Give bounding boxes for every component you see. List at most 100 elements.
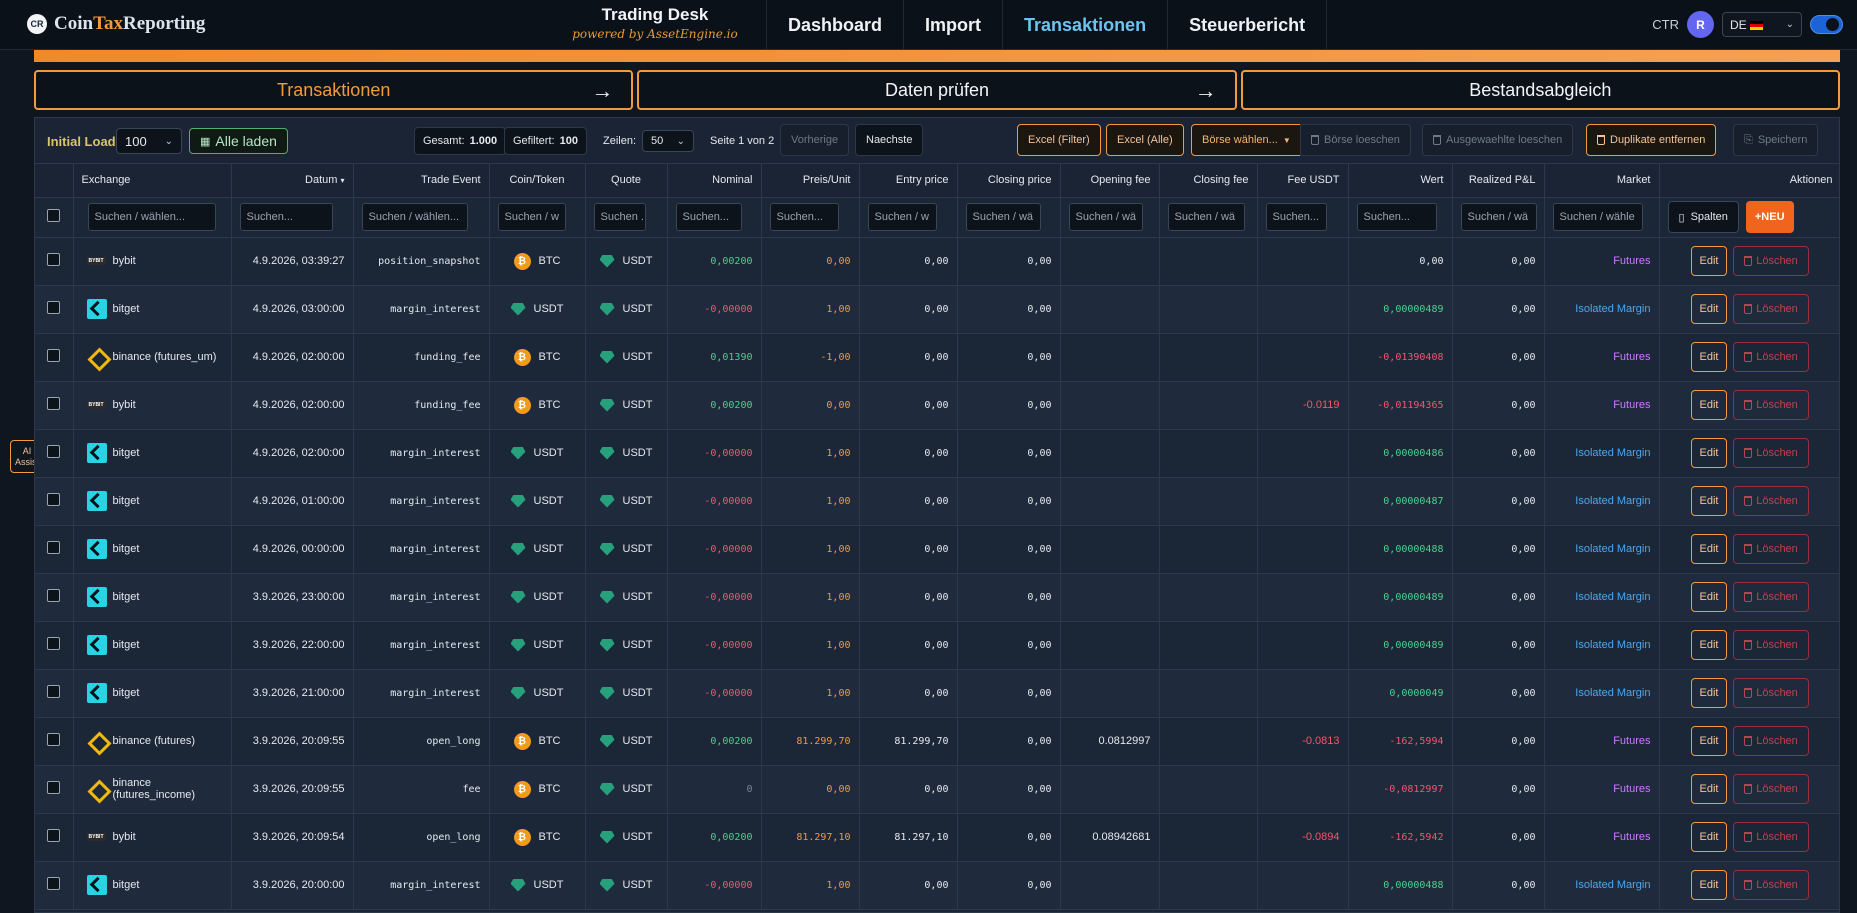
header-closing-price[interactable]: Closing price [957,164,1061,198]
row-checkbox[interactable] [47,493,61,506]
edit-button[interactable]: Edit [1691,342,1727,372]
ausgewaehlte-loeschen-button[interactable]: Ausgewaehlte loeschen [1422,124,1574,156]
table-row[interactable]: bitget 4.9.2026, 02:00:00 margin_interest U… [35,429,1839,478]
row-checkbox[interactable] [47,541,61,554]
naechste-button[interactable]: Naechste [855,124,924,156]
header-coin[interactable]: Coin/Token [489,164,586,198]
filter-coin-input[interactable]: Suchen / w [497,203,566,231]
header-entry-price[interactable]: Entry price [859,164,958,198]
boerse-waehlen-select[interactable]: Börse wählen... ▼ [1191,124,1302,156]
header-preis-unit[interactable]: Preis/Unit [761,164,860,198]
duplikate-entfernen-button[interactable]: Duplikate entfernen [1586,124,1717,156]
row-checkbox[interactable] [47,397,61,410]
vorherige-button[interactable]: Vorherige [780,124,850,156]
edit-button[interactable]: Edit [1691,534,1727,564]
header-opening-fee[interactable]: Opening fee [1060,164,1160,198]
edit-button[interactable]: Edit [1691,294,1727,324]
boerse-loeschen-button[interactable]: Börse loeschen [1300,124,1411,156]
spalten-button[interactable]: ▯ Spalten [1667,201,1739,233]
filter-quote-input[interactable]: Suchen . [593,203,646,231]
edit-button[interactable]: Edit [1691,726,1727,756]
filter-preis-input[interactable]: Suchen... [769,203,839,231]
table-row[interactable]: BYBIT bybit 4.9.2026, 03:39:27 position_sna… [35,237,1839,286]
row-checkbox[interactable] [47,685,61,698]
header-datum[interactable]: Datum ▾ [231,164,354,198]
row-checkbox[interactable] [47,301,61,314]
filter-opening-fee-input[interactable]: Suchen / wä [1068,203,1143,231]
new-transaction-button[interactable]: +NEU [1745,201,1794,233]
edit-button[interactable]: Edit [1691,438,1727,468]
delete-button[interactable]: Löschen [1733,438,1809,468]
filter-pnl-input[interactable]: Suchen / wä [1460,203,1537,231]
table-row[interactable]: binance (futures_um) 4.9.2026, 02:00:00 fu… [35,333,1839,382]
filter-market-input[interactable]: Suchen / wähle [1552,203,1643,231]
speichern-button[interactable]: ⎘ Speichern [1733,124,1819,156]
delete-button[interactable]: Löschen [1733,342,1809,372]
row-checkbox[interactable] [47,877,61,890]
delete-button[interactable]: Löschen [1733,246,1809,276]
step-transaktionen[interactable]: Transaktionen → [34,70,634,110]
delete-button[interactable]: Löschen [1733,534,1809,564]
excel-alle-button[interactable]: Excel (Alle) [1106,124,1184,156]
edit-button[interactable]: Edit [1691,774,1727,804]
header-market[interactable]: Market [1544,164,1660,198]
filter-datum-input[interactable]: Suchen... [239,203,333,231]
zeilen-select[interactable]: 50 ⌄ [642,130,694,152]
header-fee-usdt[interactable]: Fee USDT [1257,164,1349,198]
table-row[interactable]: bitget 3.9.2026, 22:00:00 margin_interest U… [35,621,1839,670]
filter-fee-usdt-input[interactable]: Suchen... [1265,203,1327,231]
row-checkbox[interactable] [47,733,61,746]
edit-button[interactable]: Edit [1691,870,1727,900]
header-wert[interactable]: Wert [1348,164,1453,198]
app-logo[interactable]: CR CoinTaxReporting [27,13,205,35]
row-checkbox[interactable] [47,445,61,458]
table-row[interactable]: BYBIT bybit 4.9.2026, 02:00:00 funding_fee ₿… [35,381,1839,430]
filter-exchange-input[interactable]: Suchen / wählen... [87,203,216,231]
row-checkbox[interactable] [47,589,61,602]
initial-load-select[interactable]: 100 ⌄ [116,128,182,154]
table-row[interactable]: BYBIT bybit 3.9.2026, 20:09:54 open_long ₿ BT… [35,813,1839,862]
edit-button[interactable]: Edit [1691,630,1727,660]
avatar[interactable]: R [1687,11,1714,38]
header-realized-pnl[interactable]: Realized P&L [1452,164,1545,198]
filter-entry-input[interactable]: Suchen / w [867,203,937,231]
table-row[interactable]: bitget 4.9.2026, 01:00:00 margin_interest U… [35,477,1839,526]
edit-button[interactable]: Edit [1691,246,1727,276]
delete-button[interactable]: Löschen [1733,870,1809,900]
header-trade-event[interactable]: Trade Event [353,164,490,198]
nav-steuerbericht[interactable]: Steuerbericht [1167,0,1328,50]
header-nominal[interactable]: Nominal [667,164,762,198]
table-row[interactable]: bitget 3.9.2026, 21:00:00 margin_interest U… [35,669,1839,718]
table-row[interactable]: bitget 3.9.2026, 23:00:00 margin_interest U… [35,573,1839,622]
delete-button[interactable]: Löschen [1733,630,1809,660]
header-exchange[interactable]: Exchange [73,164,232,198]
language-select[interactable]: DE ⌄ [1722,12,1802,37]
filter-closing-price-input[interactable]: Suchen / wä [965,203,1041,231]
edit-button[interactable]: Edit [1691,582,1727,612]
edit-button[interactable]: Edit [1691,822,1727,852]
row-checkbox[interactable] [47,781,61,794]
filter-nominal-input[interactable]: Suchen... [675,203,742,231]
header-quote[interactable]: Quote [585,164,668,198]
delete-button[interactable]: Löschen [1733,294,1809,324]
table-row[interactable]: binance (futures_income) 3.9.2026, 20:09:… [35,765,1839,814]
table-row[interactable]: bitget 4.9.2026, 00:00:00 margin_interest U… [35,525,1839,574]
row-checkbox[interactable] [47,349,61,362]
edit-button[interactable]: Edit [1691,678,1727,708]
delete-button[interactable]: Löschen [1733,678,1809,708]
step-daten-pruefen[interactable]: Daten prüfen → [637,70,1237,110]
step-bestandsabgleich[interactable]: Bestandsabgleich [1240,70,1840,110]
header-closing-fee[interactable]: Closing fee [1159,164,1258,198]
delete-button[interactable]: Löschen [1733,822,1809,852]
select-all-checkbox[interactable] [47,209,61,222]
delete-button[interactable]: Löschen [1733,774,1809,804]
delete-button[interactable]: Löschen [1733,390,1809,420]
row-checkbox[interactable] [47,637,61,650]
nav-transaktionen[interactable]: Transaktionen [1002,0,1167,50]
delete-button[interactable]: Löschen [1733,582,1809,612]
edit-button[interactable]: Edit [1691,486,1727,516]
table-row[interactable]: bitget 3.9.2026, 20:00:00 margin_interest U… [35,861,1839,910]
edit-button[interactable]: Edit [1691,390,1727,420]
nav-dashboard[interactable]: Dashboard [766,0,903,50]
filter-closing-fee-input[interactable]: Suchen / wä [1167,203,1245,231]
